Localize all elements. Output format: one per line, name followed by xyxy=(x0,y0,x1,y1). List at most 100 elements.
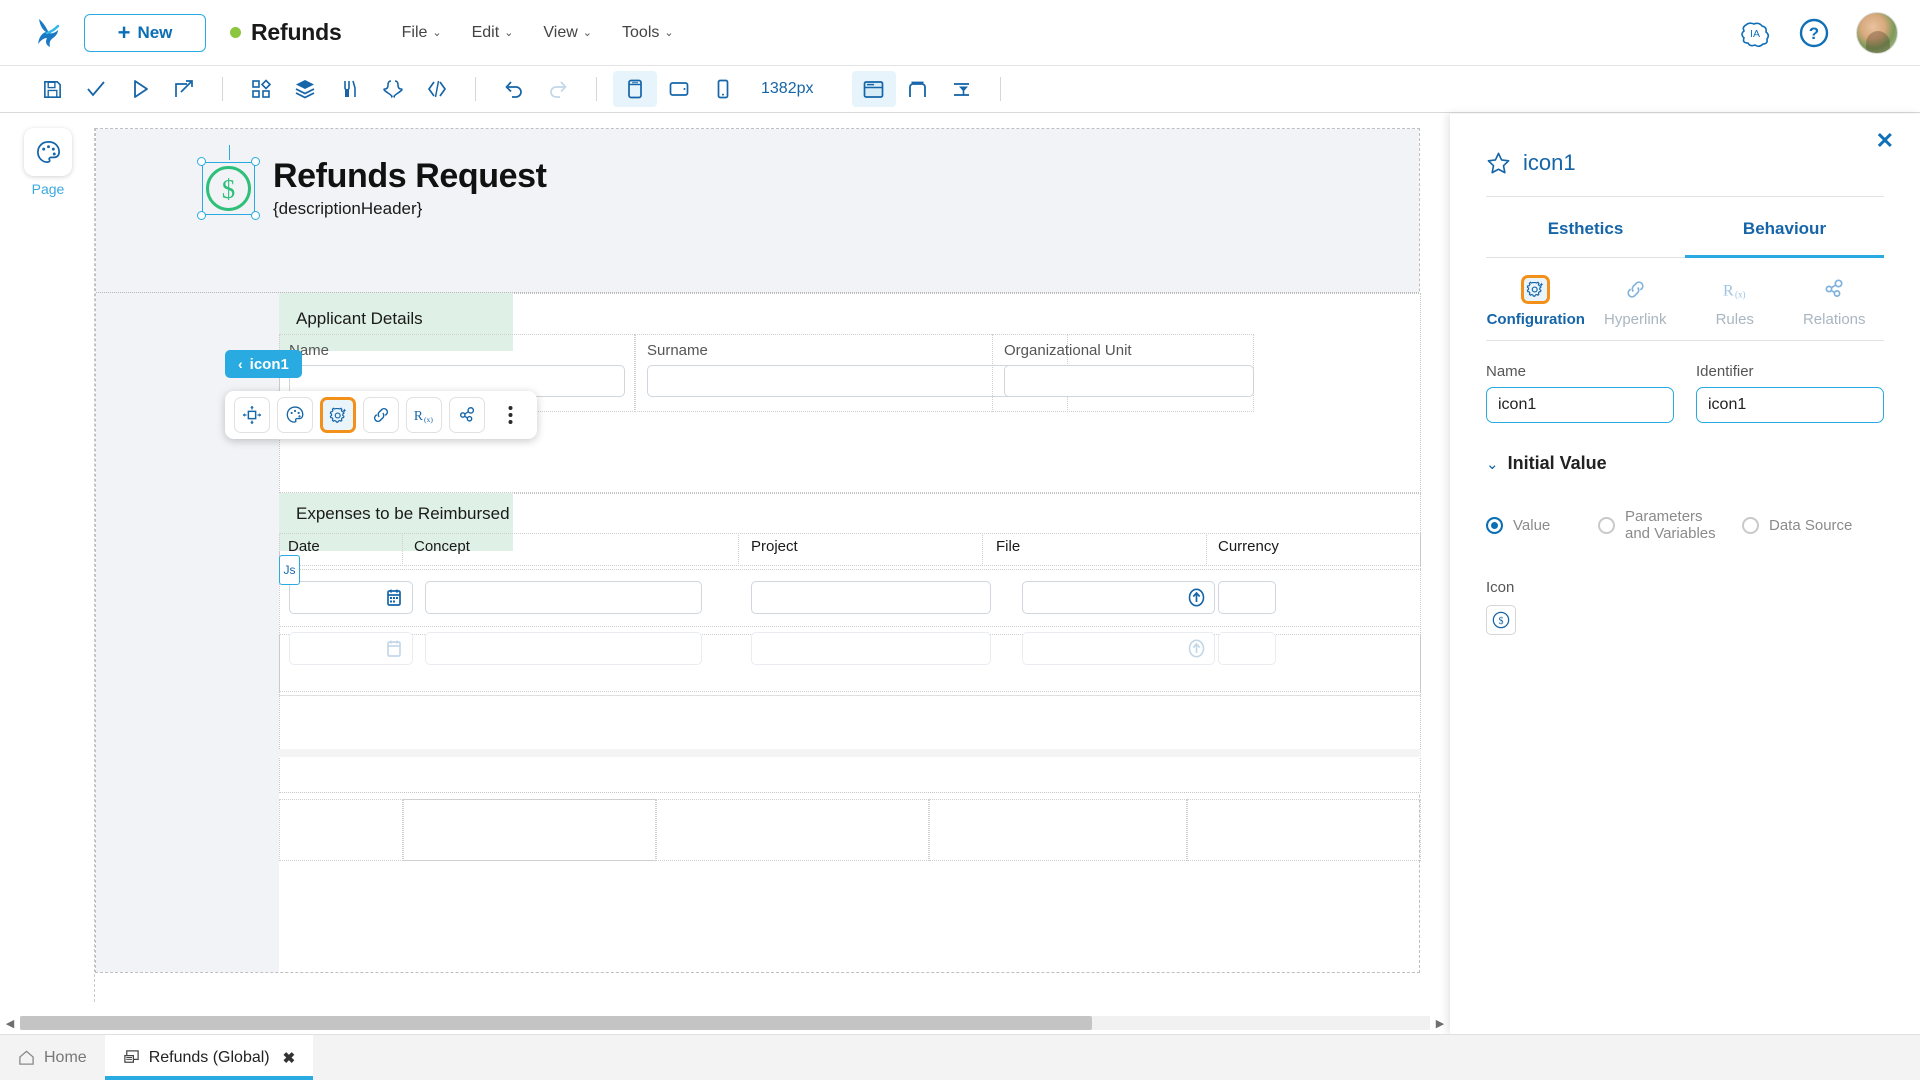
behaviour-subtabs: Configuration Hyperlink R (x) Rules Rela… xyxy=(1486,258,1884,341)
identifier-input[interactable] xyxy=(1696,387,1884,423)
footer-grid-cell[interactable] xyxy=(279,799,403,861)
scroll-left-icon[interactable]: ◀ xyxy=(0,1017,20,1030)
menu-tools[interactable]: Tools ⌄ xyxy=(622,24,674,42)
subtab-hyperlink[interactable]: Hyperlink xyxy=(1586,258,1686,340)
chevron-down-icon: ⌄ xyxy=(582,27,593,39)
configuration-fields: Name Identifier xyxy=(1486,363,1884,423)
footer-grid-cell[interactable] xyxy=(656,799,929,861)
name-field-group: Name xyxy=(1486,363,1674,423)
layers-icon[interactable] xyxy=(283,71,327,107)
scroll-right-icon[interactable]: ▶ xyxy=(1430,1017,1450,1030)
cell-date-input[interactable] xyxy=(289,632,413,665)
resize-handle[interactable] xyxy=(251,211,260,220)
cell-date-input[interactable] xyxy=(289,581,413,614)
horizontal-scrollbar[interactable]: ◀ ▶ xyxy=(0,1012,1450,1034)
user-avatar[interactable] xyxy=(1856,11,1898,54)
menu-view[interactable]: View ⌄ xyxy=(543,24,592,42)
close-icon[interactable]: ✖ xyxy=(283,1049,296,1067)
radio-parameters-variables[interactable]: Parameters and Variables xyxy=(1598,508,1742,543)
deploy-export-icon[interactable] xyxy=(162,71,206,107)
calendar-icon xyxy=(387,640,401,657)
components-grid-icon[interactable] xyxy=(239,71,283,107)
toolbar-divider xyxy=(475,77,476,101)
new-button-label: New xyxy=(137,22,173,42)
validate-check-icon[interactable] xyxy=(74,71,118,107)
move-resize-icon[interactable] xyxy=(234,397,270,433)
radio-data-source[interactable]: Data Source xyxy=(1742,517,1852,534)
resize-handle[interactable] xyxy=(197,211,206,220)
mobile-view-icon[interactable] xyxy=(701,71,745,107)
js-script-badge[interactable]: Js xyxy=(279,555,300,585)
column-header-project: Project xyxy=(751,538,798,555)
configuration-gear-icon[interactable] xyxy=(320,397,356,433)
menu-tools-label: Tools xyxy=(622,23,660,41)
redo-icon[interactable] xyxy=(536,71,580,107)
subtab-configuration[interactable]: Configuration xyxy=(1486,258,1586,340)
cell-project-input[interactable] xyxy=(751,581,991,614)
relations-icon[interactable] xyxy=(449,397,485,433)
desktop-view-icon[interactable] xyxy=(613,71,657,107)
name-input[interactable] xyxy=(1486,387,1674,423)
scroll-thumb[interactable] xyxy=(20,1016,1092,1030)
application-window: + New Refunds File ⌄ Edit ⌄ View ⌄ Tools… xyxy=(0,0,1920,1080)
new-button[interactable]: + New xyxy=(84,13,206,52)
identifier-field-group: Identifier xyxy=(1696,363,1884,423)
selection-box xyxy=(202,162,255,215)
company-logo-icon[interactable] xyxy=(22,10,68,56)
initial-value-accordion[interactable]: ⌄ Initial Value xyxy=(1486,453,1884,474)
scroll-track[interactable] xyxy=(20,1016,1430,1030)
container-layout-icon[interactable] xyxy=(896,71,940,107)
selection-chip[interactable]: ‹ icon1 xyxy=(225,350,302,378)
sidebar-item-page[interactable]: Page xyxy=(16,128,80,197)
code-icon[interactable] xyxy=(415,71,459,107)
cell-file-input[interactable] xyxy=(1022,581,1215,614)
footer-grid-cell[interactable] xyxy=(403,799,656,861)
tab-behaviour[interactable]: Behaviour xyxy=(1685,197,1884,258)
subtab-relations[interactable]: Relations xyxy=(1785,258,1885,340)
header-layout-icon[interactable] xyxy=(851,71,896,107)
more-options-icon[interactable] xyxy=(492,397,528,433)
hyperlink-icon[interactable] xyxy=(363,397,399,433)
canvas-viewport[interactable]: $ Refunds Request {descriptionHeader} Ap… xyxy=(94,114,1450,1002)
ia-assistant-icon[interactable]: IA xyxy=(1738,16,1772,50)
menu-file[interactable]: File ⌄ xyxy=(402,24,442,42)
run-play-icon[interactable] xyxy=(118,71,162,107)
bottom-tab-refunds[interactable]: Refunds (Global) ✖ xyxy=(104,1035,314,1080)
selected-icon-widget[interactable]: $ xyxy=(197,145,260,220)
cell-currency-input[interactable] xyxy=(1218,581,1276,614)
footer-grid-cell[interactable] xyxy=(1187,799,1421,861)
icon-picker-button[interactable]: $ xyxy=(1486,604,1516,635)
section-title: Expenses to be Reimbursed xyxy=(296,504,510,523)
resize-handle[interactable] xyxy=(251,157,260,166)
help-icon[interactable]: ? xyxy=(1798,17,1830,49)
undo-icon[interactable] xyxy=(492,71,536,107)
project-indicator[interactable]: Refunds xyxy=(230,19,342,46)
tablet-view-icon[interactable] xyxy=(657,71,701,107)
tools-pen-icon[interactable] xyxy=(327,71,371,107)
sidebar-item-page-label: Page xyxy=(31,181,65,197)
align-layout-icon[interactable] xyxy=(940,71,984,107)
cell-concept-input[interactable] xyxy=(425,632,702,665)
rules-rx-icon[interactable]: R (x) xyxy=(406,397,442,433)
subtab-rules[interactable]: R (x) Rules xyxy=(1685,258,1785,340)
resize-handle[interactable] xyxy=(197,157,206,166)
element-context-toolbar: R (x) xyxy=(225,391,537,439)
cell-concept-input[interactable] xyxy=(425,581,702,614)
cell-currency-input[interactable] xyxy=(1218,632,1276,665)
expression-braces-icon[interactable] xyxy=(371,71,415,107)
section-title: Applicant Details xyxy=(296,309,423,328)
svg-text:IA: IA xyxy=(1750,28,1760,40)
save-icon[interactable] xyxy=(30,71,74,107)
bottom-tab-refunds-label: Refunds (Global) xyxy=(148,1048,270,1066)
cell-file-input[interactable] xyxy=(1022,632,1215,665)
radio-value[interactable]: Value xyxy=(1486,517,1598,534)
menu-edit[interactable]: Edit ⌄ xyxy=(472,24,514,42)
footer-grid-cell[interactable] xyxy=(929,799,1187,861)
spacer-band xyxy=(279,749,1421,757)
tab-esthetics[interactable]: Esthetics xyxy=(1486,197,1685,258)
close-icon[interactable]: ✕ xyxy=(1876,128,1894,154)
esthetics-palette-icon[interactable] xyxy=(277,397,313,433)
bottom-tab-home[interactable]: Home xyxy=(0,1035,105,1080)
workspace: Page $ Refunds Request {descriptionHeade… xyxy=(0,114,1920,1034)
cell-project-input[interactable] xyxy=(751,632,991,665)
